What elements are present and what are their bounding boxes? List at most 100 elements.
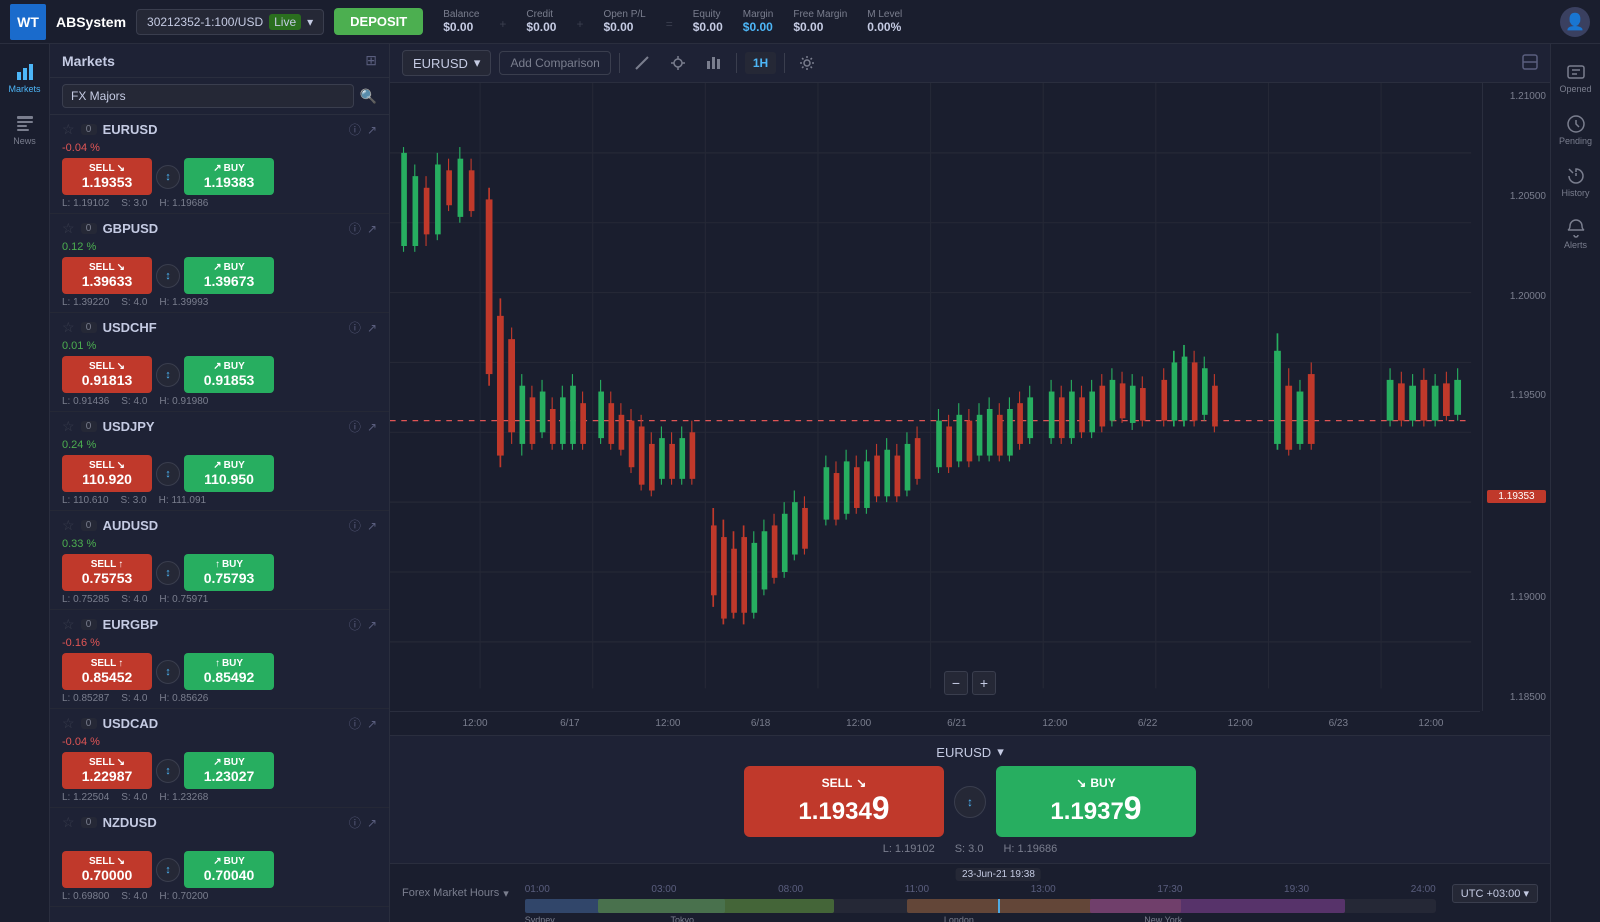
favorite-usdjpy[interactable]: ☆ — [62, 418, 75, 435]
usdcad-spread[interactable]: ↕ — [156, 759, 180, 783]
trade-spread-button[interactable]: ↕ — [954, 786, 986, 818]
gbpusd-buy-button[interactable]: ↗ BUY 1.39673 — [184, 257, 274, 294]
nzdusd-change — [62, 835, 377, 847]
eurusd-lsh: L: 1.19102S: 3.0H: 1.19686 — [62, 198, 377, 209]
eurusd-buy-button[interactable]: ↗ BUY 1.19383 — [184, 158, 274, 195]
chart-eurusd[interactable]: ↗ — [367, 123, 377, 137]
chart-usdchf[interactable]: ↗ — [367, 321, 377, 335]
nav-item-pending[interactable]: Pending — [1554, 106, 1598, 154]
chart-toolbar: EURUSD ▾ Add Comparison 1H — [390, 44, 1550, 83]
favorite-eurgbp[interactable]: ☆ — [62, 616, 75, 633]
usdcad-name: USDCAD — [103, 716, 343, 731]
usdcad-prices: SELL ↘ 1.22987 ↕ ↗ BUY 1.23027 — [62, 752, 377, 789]
info-usdchf[interactable]: ⓘ — [349, 319, 361, 336]
chevron-down-icon-trade: ▾ — [997, 744, 1004, 760]
chart-eurgbp[interactable]: ↗ — [367, 618, 377, 632]
x-label-623: 6/23 — [1329, 718, 1348, 729]
category-filter-input[interactable] — [62, 84, 354, 108]
opened-icon — [1566, 62, 1586, 82]
favorite-gbpusd[interactable]: ☆ — [62, 220, 75, 237]
usdchf-sell-button[interactable]: SELL ↘ 0.91813 — [62, 356, 152, 393]
eurusd-sell-button[interactable]: SELL ↘ 1.19353 — [62, 158, 152, 195]
gbpusd-sell-button[interactable]: SELL ↘ 1.39633 — [62, 257, 152, 294]
search-icon[interactable]: 🔍 — [360, 88, 377, 105]
chart-symbol-selector[interactable]: EURUSD ▾ — [402, 50, 491, 76]
nzdusd-spread[interactable]: ↕ — [156, 858, 180, 882]
market-hours-label[interactable]: Forex Market Hours ▾ — [402, 887, 509, 900]
audusd-sell-button[interactable]: SELL ↑ 0.75753 — [62, 554, 152, 591]
trade-symbol-selector[interactable]: EURUSD ▾ — [936, 744, 1003, 760]
zoom-in-button[interactable]: + — [972, 671, 996, 695]
usdjpy-sell-button[interactable]: SELL ↘ 110.920 — [62, 455, 152, 492]
x-label-617: 6/17 — [560, 718, 579, 729]
eurgbp-spread[interactable]: ↕ — [156, 660, 180, 684]
grid-icon[interactable]: ⊞ — [365, 52, 377, 69]
info-eurusd[interactable]: ⓘ — [349, 121, 361, 138]
gbpusd-lsh: L: 1.39220S: 4.0H: 1.39993 — [62, 297, 377, 308]
account-selector[interactable]: 30212352-1:100/USD Live ▾ — [136, 9, 324, 35]
info-usdjpy[interactable]: ⓘ — [349, 418, 361, 435]
nav-item-markets[interactable]: Markets — [3, 54, 47, 102]
nzdusd-sell-button[interactable]: SELL ↘ 0.70000 — [62, 851, 152, 888]
eurgbp-sell-button[interactable]: SELL ↑ 0.85452 — [62, 653, 152, 690]
chart-audusd[interactable]: ↗ — [367, 519, 377, 533]
user-menu[interactable]: 👤 — [1560, 7, 1590, 37]
usdchf-buy-button[interactable]: ↗ BUY 0.91853 — [184, 356, 274, 393]
deposit-button[interactable]: DEPOSIT — [334, 8, 423, 35]
usdjpy-prices: SELL ↘ 110.920 ↕ ↗ BUY 110.950 — [62, 455, 377, 492]
nav-item-history[interactable]: History — [1554, 158, 1598, 206]
eurusd-spread[interactable]: ↕ — [156, 165, 180, 189]
y-axis: 1.21000 1.20500 1.20000 1.19500 1.19353 … — [1482, 83, 1550, 711]
favorite-audusd[interactable]: ☆ — [62, 517, 75, 534]
usdcad-sell-button[interactable]: SELL ↘ 1.22987 — [62, 752, 152, 789]
gbpusd-spread[interactable]: ↕ — [156, 264, 180, 288]
toolbar-sep2 — [736, 53, 737, 73]
add-comparison-button[interactable]: Add Comparison — [499, 51, 610, 75]
nav-item-opened[interactable]: Opened — [1554, 54, 1598, 102]
favorite-eurusd[interactable]: ☆ — [62, 121, 75, 138]
nav-item-news[interactable]: News — [3, 106, 47, 154]
resize-toggle[interactable] — [1522, 54, 1538, 73]
metric-credit: Credit $0.00 — [526, 9, 556, 34]
utc-selector[interactable]: UTC +03:00 ▾ — [1452, 884, 1538, 903]
topbar: WT ABSystem 30212352-1:100/USD Live ▾ DE… — [0, 0, 1600, 44]
trade-sell-button[interactable]: SELL ↘ 1.19349 — [744, 766, 944, 837]
sydney-label: Sydney — [525, 915, 555, 922]
sessions-visual — [525, 899, 1436, 913]
info-nzdusd[interactable]: ⓘ — [349, 814, 361, 831]
crosshair-tool-button[interactable] — [664, 51, 692, 75]
audusd-spread[interactable]: ↕ — [156, 561, 180, 585]
favorite-usdchf[interactable]: ☆ — [62, 319, 75, 336]
nav-item-alerts[interactable]: Alerts — [1554, 210, 1598, 258]
info-usdcad[interactable]: ⓘ — [349, 715, 361, 732]
zoom-out-button[interactable]: − — [944, 671, 968, 695]
info-audusd[interactable]: ⓘ — [349, 517, 361, 534]
nzdusd-buy-button[interactable]: ↗ BUY 0.70040 — [184, 851, 274, 888]
eurgbp-buy-button[interactable]: ↑ BUY 0.85492 — [184, 653, 274, 690]
x-label-1200-617: 12:00 — [463, 718, 488, 729]
favorite-usdcad[interactable]: ☆ — [62, 715, 75, 732]
eurgbp-change: -0.16 % — [62, 637, 377, 649]
bar-chart-tool-button[interactable] — [700, 51, 728, 75]
instrument-eurgbp: ☆ 0 EURGBP ⓘ ↗ -0.16 % SELL ↑ 0.85452 ↕ … — [50, 610, 389, 709]
chart-usdjpy[interactable]: ↗ — [367, 420, 377, 434]
usdjpy-buy-button[interactable]: ↗ BUY 110.950 — [184, 455, 274, 492]
trade-buy-button[interactable]: ↘ BUY 1.19379 — [996, 766, 1196, 837]
info-eurgbp[interactable]: ⓘ — [349, 616, 361, 633]
trade-symbol-label: EURUSD — [936, 745, 991, 760]
chart-nzdusd[interactable]: ↗ — [367, 816, 377, 830]
usdjpy-spread[interactable]: ↕ — [156, 462, 180, 486]
timeframe-1h-button[interactable]: 1H — [745, 52, 776, 74]
line-tool-button[interactable] — [628, 51, 656, 75]
usdcad-buy-button[interactable]: ↗ BUY 1.23027 — [184, 752, 274, 789]
favorite-nzdusd[interactable]: ☆ — [62, 814, 75, 831]
chart-usdcad[interactable]: ↗ — [367, 717, 377, 731]
y-label-6: 1.18500 — [1487, 692, 1546, 703]
settings-tool-button[interactable] — [793, 51, 821, 75]
usdchf-spread[interactable]: ↕ — [156, 363, 180, 387]
audusd-buy-button[interactable]: ↑ BUY 0.75793 — [184, 554, 274, 591]
info-gbpusd[interactable]: ⓘ — [349, 220, 361, 237]
chart-gbpusd[interactable]: ↗ — [367, 222, 377, 236]
metric-balance: Balance $0.00 — [443, 9, 479, 34]
chart-canvas-area[interactable]: 1.21000 1.20500 1.20000 1.19500 1.19353 … — [390, 83, 1550, 735]
